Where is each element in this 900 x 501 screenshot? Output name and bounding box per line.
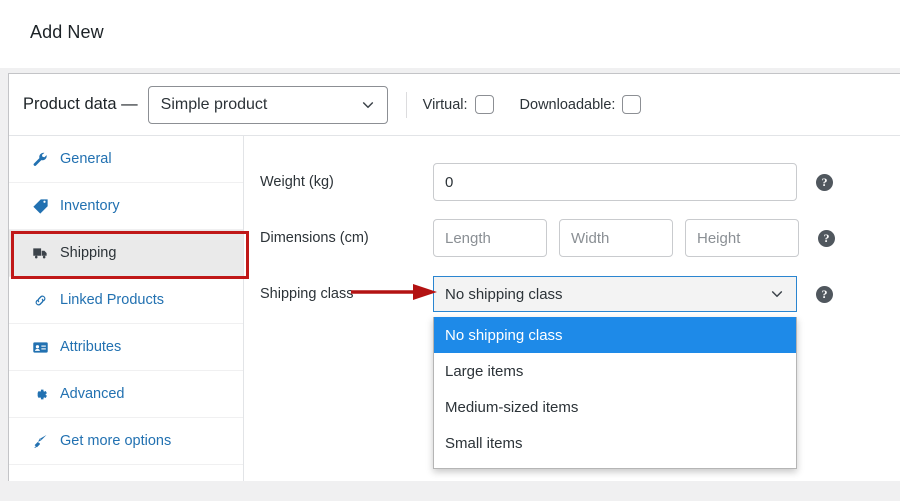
product-data-header: Product data — Simple product Virtual: D… xyxy=(9,74,900,136)
product-data-label: Product data — xyxy=(23,95,138,114)
product-data-body: General Inventory Shipping xyxy=(9,136,900,481)
pointer-arrow-annotation xyxy=(351,282,441,302)
sidebar-item-attributes[interactable]: Attributes xyxy=(9,324,243,371)
dropdown-option-large-items[interactable]: Large items xyxy=(434,353,796,389)
width-input[interactable]: Width xyxy=(559,219,673,257)
virtual-label: Virtual: xyxy=(423,97,468,113)
dimensions-label: Dimensions (cm) xyxy=(260,230,433,246)
shipping-class-field-row: Shipping class No shipping class ? xyxy=(244,266,900,322)
product-type-value: Simple product xyxy=(161,96,268,114)
sidebar-item-label: Advanced xyxy=(60,386,125,402)
page-header: Add New xyxy=(0,0,900,68)
shipping-class-dropdown-list: No shipping class Large items Medium-siz… xyxy=(433,317,797,469)
help-icon[interactable]: ? xyxy=(816,174,833,191)
truck-icon xyxy=(31,244,49,262)
product-data-tabs: General Inventory Shipping xyxy=(9,136,244,481)
downloadable-label: Downloadable: xyxy=(520,97,616,113)
link-icon xyxy=(31,291,49,309)
sidebar-item-advanced[interactable]: Advanced xyxy=(9,371,243,418)
shipping-class-selected-value: No shipping class xyxy=(445,286,563,303)
shooting-star-icon xyxy=(31,432,49,450)
weight-label: Weight (kg) xyxy=(260,174,433,190)
gear-icon xyxy=(31,385,49,403)
sidebar-item-linked-products[interactable]: Linked Products xyxy=(9,277,243,324)
shipping-panel: Weight (kg) 0 ? Dimensions (cm) Length W… xyxy=(244,136,900,481)
height-input[interactable]: Height xyxy=(685,219,799,257)
sidebar-item-label: Attributes xyxy=(60,339,121,355)
chevron-down-icon xyxy=(361,98,375,112)
dropdown-option-no-shipping-class[interactable]: No shipping class xyxy=(434,317,796,353)
help-icon[interactable]: ? xyxy=(816,286,833,303)
virtual-field: Virtual: xyxy=(423,95,494,114)
wrench-icon xyxy=(31,150,49,168)
sidebar-item-label: Linked Products xyxy=(60,292,164,308)
dropdown-option-medium-sized-items[interactable]: Medium-sized items xyxy=(434,389,796,425)
sidebar-item-general[interactable]: General xyxy=(9,136,243,183)
shipping-class-select[interactable]: No shipping class xyxy=(433,276,797,312)
downloadable-checkbox[interactable] xyxy=(622,95,641,114)
sidebar-item-inventory[interactable]: Inventory xyxy=(9,183,243,230)
weight-field-row: Weight (kg) 0 ? xyxy=(244,154,900,210)
dimensions-field-row: Dimensions (cm) Length Width Height ? xyxy=(244,210,900,266)
virtual-checkbox[interactable] xyxy=(475,95,494,114)
screenshot-root: Add New Product data — Simple product Vi… xyxy=(0,0,900,501)
sidebar-item-label: Shipping xyxy=(60,245,116,261)
length-input[interactable]: Length xyxy=(433,219,547,257)
id-card-icon xyxy=(31,338,49,356)
sidebar-item-get-more-options[interactable]: Get more options xyxy=(9,418,243,465)
header-divider xyxy=(406,92,407,118)
product-type-select[interactable]: Simple product xyxy=(148,86,388,124)
downloadable-field: Downloadable: xyxy=(520,95,642,114)
help-icon[interactable]: ? xyxy=(818,230,835,247)
dropdown-option-small-items[interactable]: Small items xyxy=(434,425,796,461)
tag-icon xyxy=(31,197,49,215)
sidebar-item-label: General xyxy=(60,151,112,167)
sidebar-item-label: Inventory xyxy=(60,198,120,214)
page-title: Add New xyxy=(30,22,104,43)
sidebar-item-label: Get more options xyxy=(60,433,171,449)
sidebar-item-shipping[interactable]: Shipping xyxy=(9,230,243,277)
weight-input[interactable]: 0 xyxy=(433,163,797,201)
product-data-metabox: Product data — Simple product Virtual: D… xyxy=(8,73,900,481)
chevron-down-icon xyxy=(770,287,784,301)
